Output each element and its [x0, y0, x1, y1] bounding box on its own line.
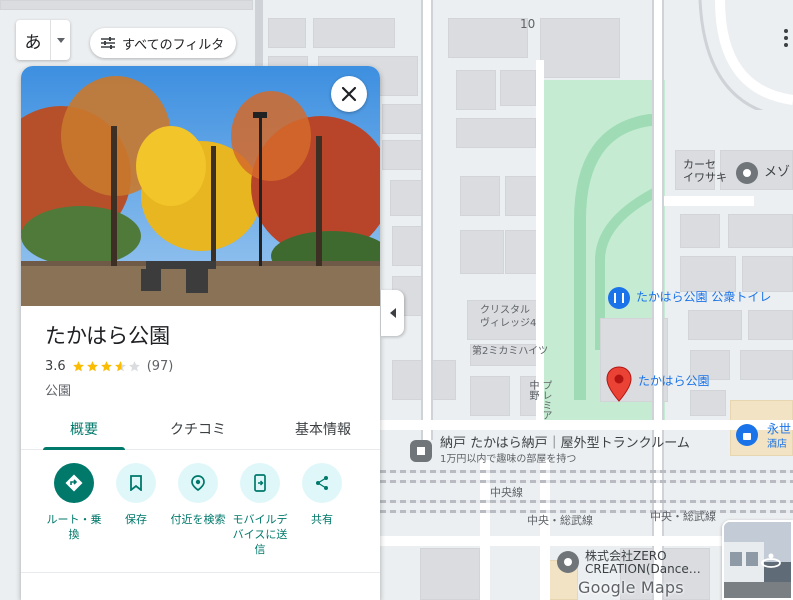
active-tab-indicator	[43, 447, 125, 450]
rating-value: 3.6	[45, 359, 66, 374]
curved-road	[698, 0, 793, 110]
poi-label-zero-creation: 株式会社ZERO CREATION(Dance…	[585, 549, 701, 576]
close-icon	[341, 86, 357, 102]
map-block	[268, 18, 306, 48]
rail-label-chuo: 中央線	[490, 486, 523, 499]
star-icon	[72, 361, 84, 372]
directions-icon	[65, 474, 83, 492]
railway	[380, 510, 793, 513]
map-block	[540, 18, 620, 78]
block-number-label: 10	[520, 17, 536, 31]
input-mode-char: あ	[24, 32, 42, 53]
rail-label-chuo-sobu-right: 中央・総武線	[650, 510, 716, 523]
input-mode-selector[interactable]: あ	[16, 20, 70, 60]
poi-label-meison: メゾ	[764, 165, 791, 180]
share-button[interactable]: 共有	[285, 463, 359, 527]
road	[380, 420, 793, 430]
building-label-mikami: 第2ミカミハイツ	[472, 346, 549, 357]
tab-about[interactable]: 基本情報	[277, 408, 369, 450]
map-block	[0, 0, 253, 10]
place-category[interactable]: 公園	[45, 380, 71, 399]
rating-stars	[72, 360, 141, 373]
poi-sublabel-trunk-room: 1万円以内で趣味の部屋を持つ	[440, 454, 577, 465]
map-block	[313, 18, 395, 48]
storage-icon[interactable]	[410, 440, 432, 462]
close-button[interactable]	[331, 76, 367, 112]
divider	[21, 572, 380, 573]
building-label-crystal: クリスタル ヴィレッジ4	[480, 305, 537, 329]
tab-reviews[interactable]: クチコミ	[157, 408, 239, 450]
road	[423, 0, 431, 440]
map-block	[680, 214, 720, 248]
rating-row[interactable]: 3.6 (97)	[45, 359, 173, 374]
map-block	[728, 214, 793, 248]
railway	[380, 470, 793, 473]
railway	[380, 500, 793, 503]
bookmark-icon	[130, 475, 142, 491]
rotate-360-icon	[761, 553, 781, 568]
map-block	[688, 310, 742, 340]
poi-label-car-sensor: カーセ イワサキ	[683, 158, 727, 184]
poi-label-toilet: たかはら公園 公衆トイレ	[636, 290, 772, 304]
review-count[interactable]: (97)	[147, 359, 174, 374]
map-block	[690, 390, 726, 416]
tab-overview[interactable]: 概要	[43, 408, 125, 450]
map-block	[456, 118, 536, 148]
poi-label-eisei: 永世	[767, 422, 792, 436]
send-to-phone-icon	[254, 474, 266, 492]
map-block	[382, 140, 422, 170]
poi-label-park: たかはら公園	[638, 374, 710, 388]
share-icon	[316, 476, 328, 490]
all-filters-button[interactable]: すべてのフィルタ	[90, 28, 237, 58]
map-block	[500, 70, 536, 106]
place-tabs: 概要 クチコミ 基本情報	[21, 408, 380, 450]
tune-icon	[101, 37, 115, 49]
star-icon	[100, 361, 112, 372]
poi-sublabel-eisei: 酒店	[767, 439, 787, 450]
map-block	[460, 230, 504, 274]
more-vert-icon[interactable]	[781, 28, 791, 48]
save-label: 保存	[125, 513, 147, 526]
all-filters-label: すべてのフィルタ	[122, 37, 225, 53]
map-block	[470, 376, 510, 416]
place-pin-icon[interactable]	[736, 162, 758, 184]
railway	[380, 480, 793, 483]
map-block	[456, 70, 496, 110]
star-icon	[86, 361, 98, 372]
send-to-phone-label: モバイルデ バイスに送 信	[232, 513, 288, 556]
map-block	[740, 350, 793, 380]
map-block	[748, 310, 793, 340]
rail-label-chuo-sobu-left: 中央・総武線	[527, 514, 593, 527]
share-label: 共有	[311, 513, 333, 526]
directions-label: ルート・乗 換	[46, 513, 102, 541]
action-buttons: ルート・乗 換 保存 付近を検索 モバイルデ バイスに送 信 共有	[21, 463, 380, 573]
map-block	[382, 104, 422, 134]
map-block	[680, 256, 736, 292]
place-photo[interactable]	[21, 66, 380, 306]
street-view-thumbnail[interactable]	[722, 520, 793, 600]
chevron-left-icon	[389, 308, 396, 318]
map-block	[460, 176, 500, 216]
road	[664, 196, 754, 206]
place-pin-icon[interactable]	[557, 551, 579, 573]
collapse-panel-button[interactable]	[381, 290, 404, 336]
building-label-premier: プレミア 中野	[527, 380, 551, 420]
map-block	[448, 18, 528, 58]
map-block	[420, 548, 480, 600]
road	[536, 60, 544, 420]
nearby-label: 付近を検索	[170, 513, 226, 526]
map-block	[742, 256, 793, 292]
chevron-down-icon[interactable]	[50, 20, 70, 60]
star-icon	[114, 361, 126, 372]
google-maps-logo: Google Maps	[578, 578, 684, 597]
shop-lock-icon[interactable]	[736, 424, 758, 446]
place-title: たかはら公園	[45, 324, 171, 348]
toilet-icon[interactable]	[608, 287, 630, 309]
place-panel: たかはら公園 3.6 (97) 公園 概要 クチコミ 基本情報 ルート・乗 換	[21, 66, 380, 600]
selected-place-pin-icon[interactable]	[606, 366, 632, 402]
poi-label-trunk-room: 納戸 たかはら納戸｜屋外型トランクルーム	[440, 436, 690, 451]
nearby-icon	[191, 475, 205, 492]
star-icon	[128, 361, 140, 372]
